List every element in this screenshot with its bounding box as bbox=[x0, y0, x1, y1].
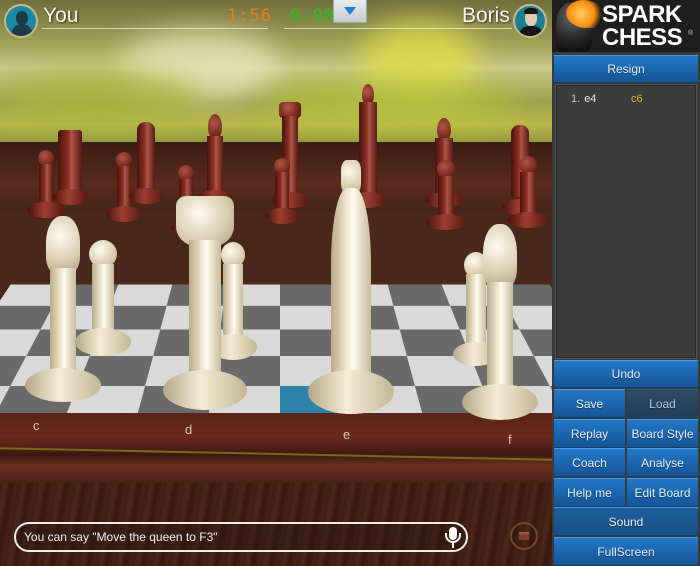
file-label-d: d bbox=[185, 422, 193, 437]
undo-button[interactable]: Undo bbox=[554, 360, 698, 388]
mic-arc bbox=[445, 533, 461, 543]
you-name: You bbox=[43, 4, 79, 27]
sparkchess-logo: SPARK CHESS ® bbox=[552, 0, 700, 52]
opponent-divider bbox=[284, 28, 512, 29]
edit-board-button[interactable]: Edit Board bbox=[627, 478, 698, 507]
save-button[interactable]: Save bbox=[554, 389, 625, 418]
silhouette-icon bbox=[16, 11, 28, 25]
white-king[interactable] bbox=[306, 160, 396, 414]
you-divider bbox=[42, 28, 268, 29]
rim-inlay bbox=[0, 447, 552, 461]
silhouette-body bbox=[11, 24, 33, 36]
logo-word-chess: CHESS bbox=[602, 24, 683, 51]
black-knight[interactable] bbox=[128, 122, 164, 204]
replay-button[interactable]: Replay bbox=[554, 419, 625, 448]
help-me-button[interactable]: Help me bbox=[554, 478, 625, 507]
folder-icon bbox=[519, 532, 529, 540]
chess-scene[interactable]: c d e f bbox=[0, 0, 552, 566]
flame-logo-icon bbox=[566, 0, 604, 28]
black-pawn[interactable] bbox=[424, 160, 468, 230]
opponent-avatar bbox=[513, 4, 547, 38]
you-avatar bbox=[4, 4, 38, 38]
folder-button[interactable] bbox=[510, 522, 538, 550]
black-pawn[interactable] bbox=[506, 156, 550, 228]
black-rook[interactable] bbox=[52, 130, 88, 205]
file-label-c: c bbox=[33, 418, 40, 433]
avatar-hair bbox=[524, 8, 538, 14]
opponent-name: Boris bbox=[462, 4, 510, 27]
board-square[interactable] bbox=[387, 284, 451, 306]
white-queen[interactable] bbox=[162, 196, 248, 410]
move-row: 1. e4 c6 bbox=[571, 93, 643, 105]
coach-button[interactable]: Coach bbox=[554, 448, 625, 477]
file-label-f: f bbox=[508, 432, 512, 447]
move-white[interactable]: e4 bbox=[584, 93, 596, 105]
background-foliage bbox=[0, 70, 200, 130]
voice-hint: You can say "Move the queen to F3" bbox=[24, 530, 218, 544]
voice-command-bar[interactable]: You can say "Move the queen to F3" bbox=[14, 522, 468, 552]
move-list[interactable]: 1. e4 c6 bbox=[555, 84, 697, 359]
opponent-clock: 0:00 bbox=[290, 6, 335, 26]
board-rim bbox=[0, 413, 552, 483]
load-button[interactable]: Load bbox=[627, 389, 698, 418]
move-black[interactable]: c6 bbox=[631, 93, 643, 105]
you-clock: 1:56 bbox=[227, 6, 272, 26]
fullscreen-button[interactable]: FullScreen bbox=[554, 537, 698, 566]
resign-button[interactable]: Resign bbox=[554, 55, 698, 83]
white-pawn[interactable] bbox=[74, 240, 132, 356]
analyse-button[interactable]: Analyse bbox=[627, 448, 698, 477]
board-style-button[interactable]: Board Style bbox=[627, 419, 698, 448]
side-panel: SPARK CHESS ® Resign 1. e4 c6 Undo Save L… bbox=[552, 0, 700, 566]
mic-stem bbox=[452, 543, 454, 548]
white-bishop[interactable] bbox=[460, 224, 540, 420]
move-number: 1. bbox=[571, 93, 581, 105]
registered-mark: ® bbox=[688, 30, 694, 37]
black-pawn[interactable] bbox=[264, 158, 300, 224]
black-bishop[interactable] bbox=[196, 114, 234, 206]
microphone-icon[interactable] bbox=[444, 527, 462, 549]
sound-button[interactable]: Sound bbox=[554, 507, 698, 536]
file-label-e: e bbox=[343, 427, 351, 442]
menu-toggle-button[interactable] bbox=[333, 0, 367, 23]
triangle-down-icon bbox=[344, 7, 356, 15]
board-square[interactable] bbox=[393, 305, 460, 330]
